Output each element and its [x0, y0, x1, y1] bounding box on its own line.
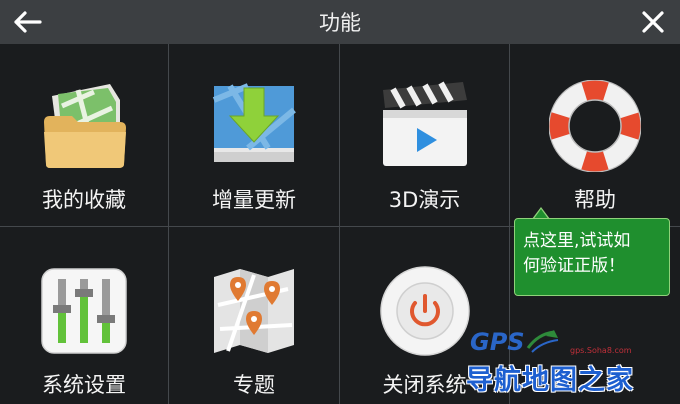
- close-icon: [642, 11, 664, 33]
- power-icon: [379, 266, 470, 356]
- tooltip-line: 点这里,试试如: [523, 231, 631, 251]
- menu-item-label: 帮助: [574, 188, 616, 212]
- menu-item-label: 3D演示: [388, 188, 461, 212]
- watermark-url: gps.Soha8.com: [570, 346, 632, 355]
- watermark-text: 导航地图之家: [466, 365, 634, 396]
- close-button[interactable]: [636, 6, 670, 38]
- menu-item-help[interactable]: 帮助: [510, 44, 680, 227]
- menu-item-incremental-update[interactable]: 增量更新: [169, 44, 340, 227]
- title-bar: 功能: [0, 0, 680, 44]
- menu-item-topics[interactable]: 专题: [169, 227, 340, 404]
- 3d-demo-video-icon: [382, 81, 467, 166]
- watermark-brand: GPS: [470, 328, 525, 356]
- tooltip-line: 何验证正版！: [523, 256, 625, 276]
- menu-item-system-settings[interactable]: 系统设置: [0, 227, 169, 404]
- menu-item-label: 我的收藏: [42, 188, 126, 212]
- topic-map-icon: [214, 269, 294, 353]
- help-tooltip[interactable]: 点这里,试试如 何验证正版！: [514, 218, 670, 296]
- page-title: 功能: [319, 11, 361, 35]
- menu-item-label: 系统设置: [42, 373, 126, 397]
- settings-sliders-icon: [41, 268, 127, 354]
- satellite-icon: [526, 330, 559, 353]
- favorites-folder-icon: [44, 84, 126, 168]
- menu-item-label: 专题: [233, 373, 275, 397]
- function-screen: 功能 我的收藏 增量更新 3D演示 帮助 系统设置 专题 关闭系统 点这里,试试…: [0, 0, 680, 404]
- menu-item-label: 关闭系统: [382, 373, 467, 397]
- incremental-update-icon: [212, 83, 296, 162]
- menu-item-favorites[interactable]: 我的收藏: [0, 44, 169, 227]
- back-arrow-icon: [14, 11, 42, 33]
- watermark: GPS gps.Soha8.com 导航地图之家: [466, 328, 680, 404]
- back-button[interactable]: [10, 6, 44, 38]
- menu-item-label: 增量更新: [212, 188, 296, 212]
- menu-item-3d-demo[interactable]: 3D演示: [340, 44, 510, 227]
- lifebuoy-help-icon: [549, 80, 641, 172]
